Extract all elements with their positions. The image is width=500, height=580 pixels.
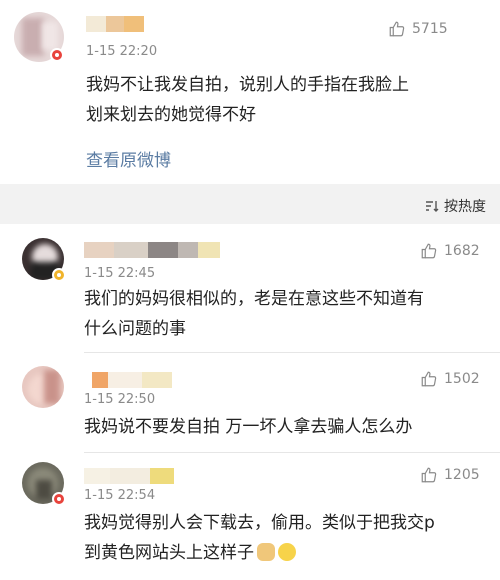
username-blurred[interactable] [84,468,174,484]
thumbs-up-icon [389,21,405,37]
thumbs-up-icon [421,371,437,387]
comment-list: 1-15 22:45 1682 我们的妈妈很相似的，老是在意这些不知道有 什么问… [0,224,500,580]
thumbs-up-icon [421,467,437,483]
verified-badge-icon [52,492,66,506]
sort-by-hot-button[interactable]: 按热度 [425,196,486,216]
divider [84,452,500,453]
username-blurred[interactable] [86,16,146,32]
post-time: 1-15 22:20 [86,44,158,59]
like-button[interactable]: 1682 [420,242,480,260]
thumbs-up-icon [421,243,437,259]
comment-time: 1-15 22:50 [84,392,156,407]
doge-emoji-icon [257,543,275,561]
sort-label: 按热度 [444,199,486,215]
like-count: 1682 [444,243,480,259]
avatar[interactable] [22,366,64,408]
view-original-link[interactable]: 查看原微博 [86,146,171,171]
comment-time: 1-15 22:45 [84,266,156,281]
like-button[interactable]: 1205 [420,466,480,484]
divider [84,352,500,353]
sort-icon [426,201,439,212]
post-text: 我妈不让我发自拍，说别人的手指在我脸上 划来划去的她觉得不好 [86,75,409,125]
username-blurred[interactable] [84,242,220,258]
comment-text: 我妈说不要发自拍 万一坏人拿去骗人怎么办 [84,417,413,437]
like-count: 1205 [444,467,480,483]
verified-badge-icon [52,268,66,282]
username-blurred[interactable] [92,372,172,388]
smile-emoji-icon [278,543,296,561]
verified-badge-icon [50,48,64,62]
like-count: 5715 [412,21,448,37]
comment-text: 我妈觉得别人会下载去，偷用。类似于把我交p 到黄色网站头上这样子 [84,513,435,563]
like-button[interactable]: 1502 [420,370,480,388]
comment-text: 我们的妈妈很相似的，老是在意这些不知道有 什么问题的事 [84,289,424,339]
main-post: 1-15 22:20 5715 我妈不让我发自拍，说别人的手指在我脸上 划来划去… [0,0,500,184]
like-count: 1502 [444,371,480,387]
comment-time: 1-15 22:54 [84,488,156,503]
like-button[interactable]: 5715 [388,20,448,38]
